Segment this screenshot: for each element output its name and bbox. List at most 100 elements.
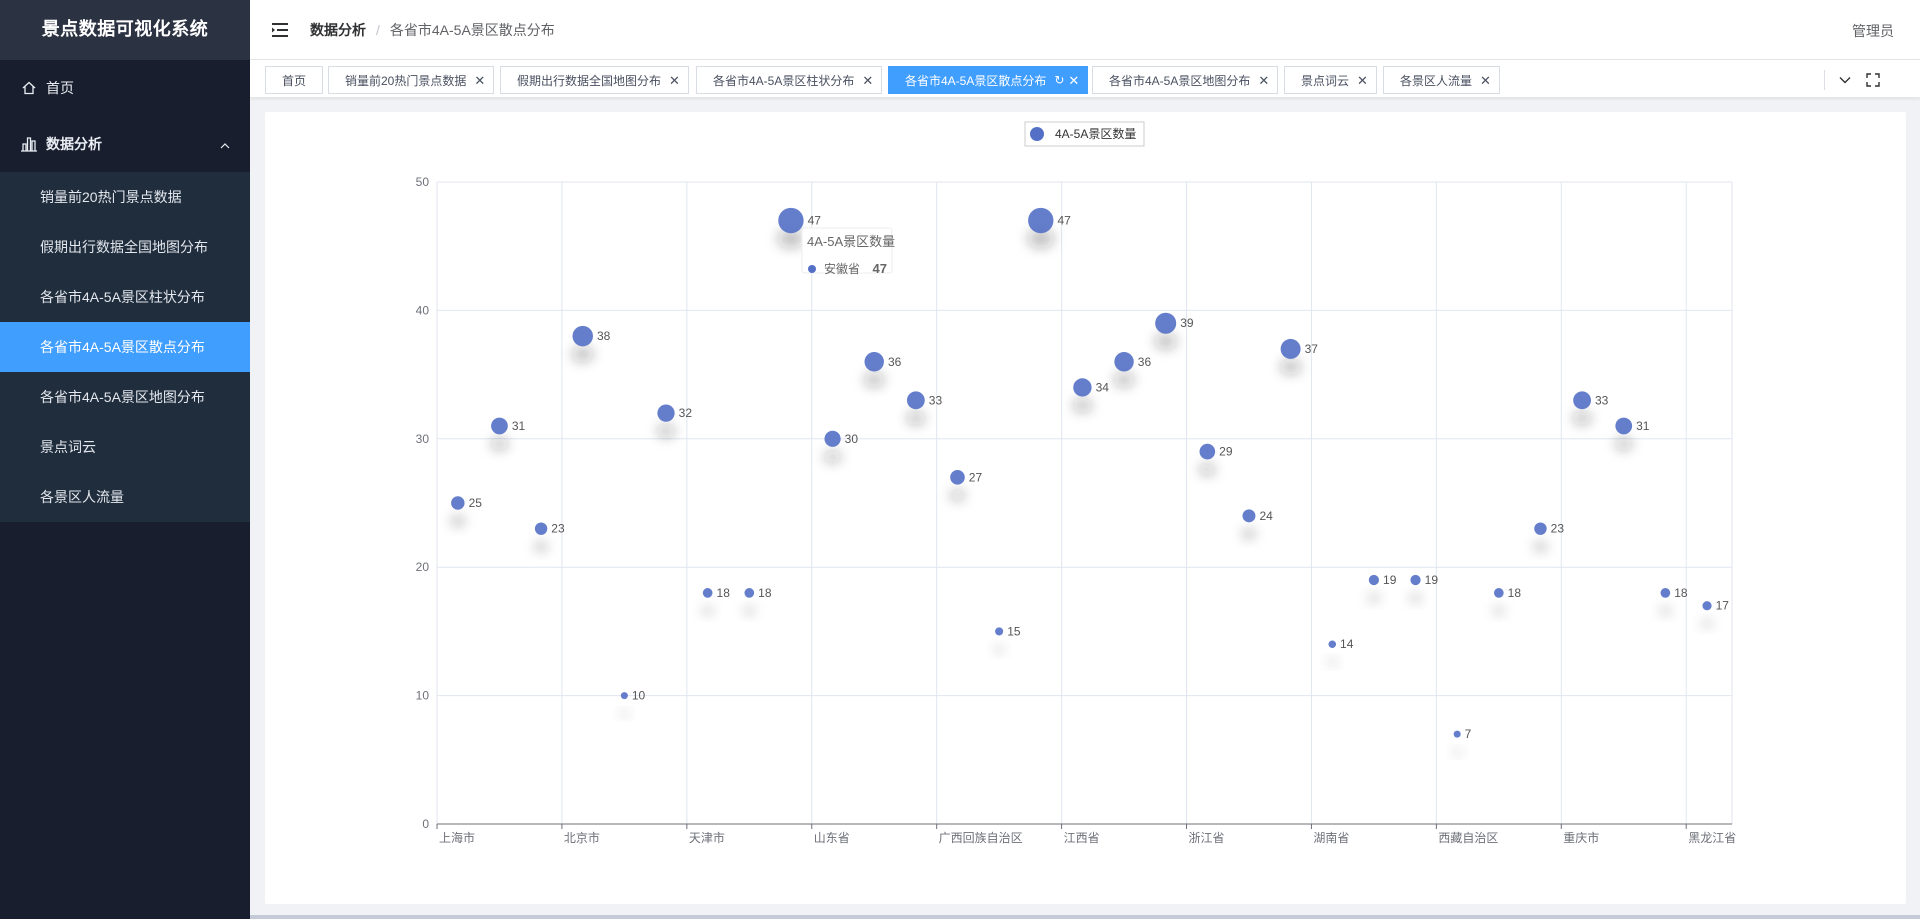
close-icon[interactable]: ✕ bbox=[1480, 74, 1491, 87]
close-icon[interactable]: ✕ bbox=[1258, 74, 1269, 87]
data-point[interactable] bbox=[1368, 574, 1380, 586]
chart-points: 25 31 23 38 10 32 18 18 47 30 36 33 27 15 47 34 36 39 29 24… bbox=[450, 207, 1729, 755]
data-label: 31 bbox=[1636, 419, 1650, 433]
data-point[interactable] bbox=[1702, 601, 1712, 611]
data-point[interactable] bbox=[534, 522, 548, 535]
refresh-icon[interactable]: ↻ bbox=[1054, 73, 1064, 87]
data-point[interactable] bbox=[744, 588, 755, 598]
data-point-shadow bbox=[1368, 594, 1380, 602]
sidebar-item-4a5a-scatter[interactable]: 各省市4A-5A景区散点分布 bbox=[0, 322, 250, 372]
data-point[interactable] bbox=[950, 470, 965, 485]
user-menu[interactable]: 管理员 bbox=[1852, 21, 1894, 41]
data-point[interactable] bbox=[702, 588, 713, 598]
x-tick-label: 上海市 bbox=[439, 830, 475, 845]
breadcrumb-item: 数据分析 bbox=[310, 21, 366, 38]
breadcrumb-current: 各省市4A-5A景区散点分布 bbox=[389, 21, 555, 38]
data-point[interactable] bbox=[451, 496, 465, 510]
close-icon[interactable]: ✕ bbox=[1068, 74, 1079, 87]
data-point[interactable] bbox=[1155, 312, 1177, 334]
tag-4a5a-bar[interactable]: 各省市4A-5A景区柱状分布 ✕ bbox=[696, 66, 883, 94]
sidebar-item-4a5a-bar[interactable]: 各省市4A-5A景区柱状分布 bbox=[0, 272, 250, 322]
sidebar-item-top20[interactable]: 销量前20热门景点数据 bbox=[0, 172, 250, 222]
data-point[interactable] bbox=[620, 692, 628, 700]
tag-home[interactable]: 首页 bbox=[265, 66, 324, 94]
fullscreen-icon[interactable] bbox=[1861, 68, 1885, 92]
sidebar-item-wordcloud[interactable]: 景点词云 bbox=[0, 422, 250, 472]
data-point[interactable] bbox=[1328, 640, 1337, 649]
data-point-shadow bbox=[1493, 607, 1504, 615]
data-label: 23 bbox=[551, 522, 565, 536]
x-tick-label: 北京市 bbox=[564, 830, 600, 845]
data-point-shadow bbox=[620, 710, 629, 717]
data-label: 47 bbox=[1057, 214, 1071, 228]
data-point[interactable] bbox=[1453, 730, 1461, 738]
data-label: 15 bbox=[1007, 624, 1021, 638]
data-point[interactable] bbox=[1280, 338, 1301, 359]
data-point-shadow bbox=[450, 515, 465, 527]
tag-4a5a-map[interactable]: 各省市4A-5A景区地图分布 ✕ bbox=[1092, 66, 1279, 94]
hamburger-icon[interactable] bbox=[250, 0, 310, 60]
x-tick-label: 西藏自治区 bbox=[1438, 831, 1498, 845]
data-point[interactable] bbox=[864, 352, 884, 372]
tags-bar: 首页 销量前20热门景点数据 ✕ 假期出行数据全国地图分布 ✕ 各省市4A-5A景区… bbox=[250, 60, 1920, 98]
chart-legend[interactable]: 4A-5A景区数量 bbox=[1024, 121, 1145, 147]
sidebar-item-home[interactable]: 首页 bbox=[0, 60, 250, 116]
data-point[interactable] bbox=[1073, 378, 1092, 397]
breadcrumb: 数据分析 / 各省市4A-5A景区散点分布 bbox=[310, 20, 555, 40]
data-point[interactable] bbox=[572, 325, 593, 347]
y-tick-label: 40 bbox=[416, 303, 430, 317]
data-point-shadow bbox=[864, 372, 885, 388]
sidebar-group-data-analysis[interactable]: 数据分析 bbox=[0, 116, 250, 172]
chevron-up-icon bbox=[220, 136, 230, 152]
x-tick-label: 山东省 bbox=[814, 831, 850, 845]
data-label: 33 bbox=[1595, 393, 1609, 407]
sidebar-item-holiday-map[interactable]: 假期出行数据全国地图分布 bbox=[0, 222, 250, 272]
x-tick-label: 浙江省 bbox=[1189, 831, 1225, 845]
tag-wordcloud[interactable]: 景点词云 ✕ bbox=[1284, 66, 1377, 94]
data-point[interactable] bbox=[1114, 352, 1134, 372]
data-label: 33 bbox=[929, 393, 943, 407]
data-point-shadow bbox=[744, 607, 755, 615]
bottom-border bbox=[250, 915, 1920, 919]
sidebar-item-4a5a-map[interactable]: 各省市4A-5A景区地图分布 bbox=[0, 372, 250, 422]
data-point-shadow bbox=[1572, 411, 1592, 425]
data-point[interactable] bbox=[1493, 588, 1504, 598]
close-icon[interactable]: ✕ bbox=[669, 74, 680, 87]
data-point-shadow bbox=[1614, 437, 1633, 451]
data-point[interactable] bbox=[1028, 207, 1054, 234]
data-label: 10 bbox=[632, 689, 646, 703]
data-label: 25 bbox=[469, 496, 483, 510]
data-point[interactable] bbox=[491, 417, 508, 435]
data-label: 34 bbox=[1096, 380, 1110, 394]
close-icon[interactable]: ✕ bbox=[862, 74, 873, 87]
x-tick-label: 湖南省 bbox=[1313, 830, 1349, 845]
data-label: 23 bbox=[1551, 522, 1565, 536]
data-label: 36 bbox=[1138, 355, 1152, 369]
data-point[interactable] bbox=[778, 207, 804, 234]
x-tick-label: 黑龙江省 bbox=[1688, 831, 1736, 845]
data-point[interactable] bbox=[1242, 509, 1256, 523]
close-icon[interactable]: ✕ bbox=[474, 74, 485, 87]
data-point-shadow bbox=[1660, 607, 1671, 615]
data-point[interactable] bbox=[1660, 588, 1671, 598]
tag-visitor-flow[interactable]: 各景区人流量 ✕ bbox=[1383, 66, 1500, 94]
close-icon[interactable]: ✕ bbox=[1357, 74, 1368, 87]
tag-top20[interactable]: 销量前20热门景点数据 ✕ bbox=[328, 66, 495, 94]
x-tick-label: 天津市 bbox=[689, 830, 725, 845]
tags-divider bbox=[1824, 70, 1825, 90]
chevron-down-icon[interactable] bbox=[1833, 68, 1857, 92]
data-point-shadow bbox=[1113, 372, 1135, 388]
tag-4a5a-scatter[interactable]: 各省市4A-5A景区散点分布 ↻ ✕ bbox=[888, 66, 1089, 94]
data-point[interactable] bbox=[995, 627, 1004, 636]
data-point[interactable] bbox=[1615, 417, 1633, 435]
sidebar-item-visitor-flow[interactable]: 各景区人流量 bbox=[0, 472, 250, 522]
data-point[interactable] bbox=[824, 430, 841, 447]
tag-holiday-map[interactable]: 假期出行数据全国地图分布 ✕ bbox=[500, 66, 689, 94]
data-point[interactable] bbox=[906, 391, 925, 410]
data-point[interactable] bbox=[1199, 443, 1216, 460]
sidebar: 景点数据可视化系统 首页 数据分析 销量前20热门景点数据 假期出行数据全国地图… bbox=[0, 0, 250, 919]
data-point[interactable] bbox=[1410, 574, 1421, 586]
data-point[interactable] bbox=[1534, 522, 1547, 535]
data-point[interactable] bbox=[657, 404, 675, 422]
data-point[interactable] bbox=[1573, 391, 1592, 410]
